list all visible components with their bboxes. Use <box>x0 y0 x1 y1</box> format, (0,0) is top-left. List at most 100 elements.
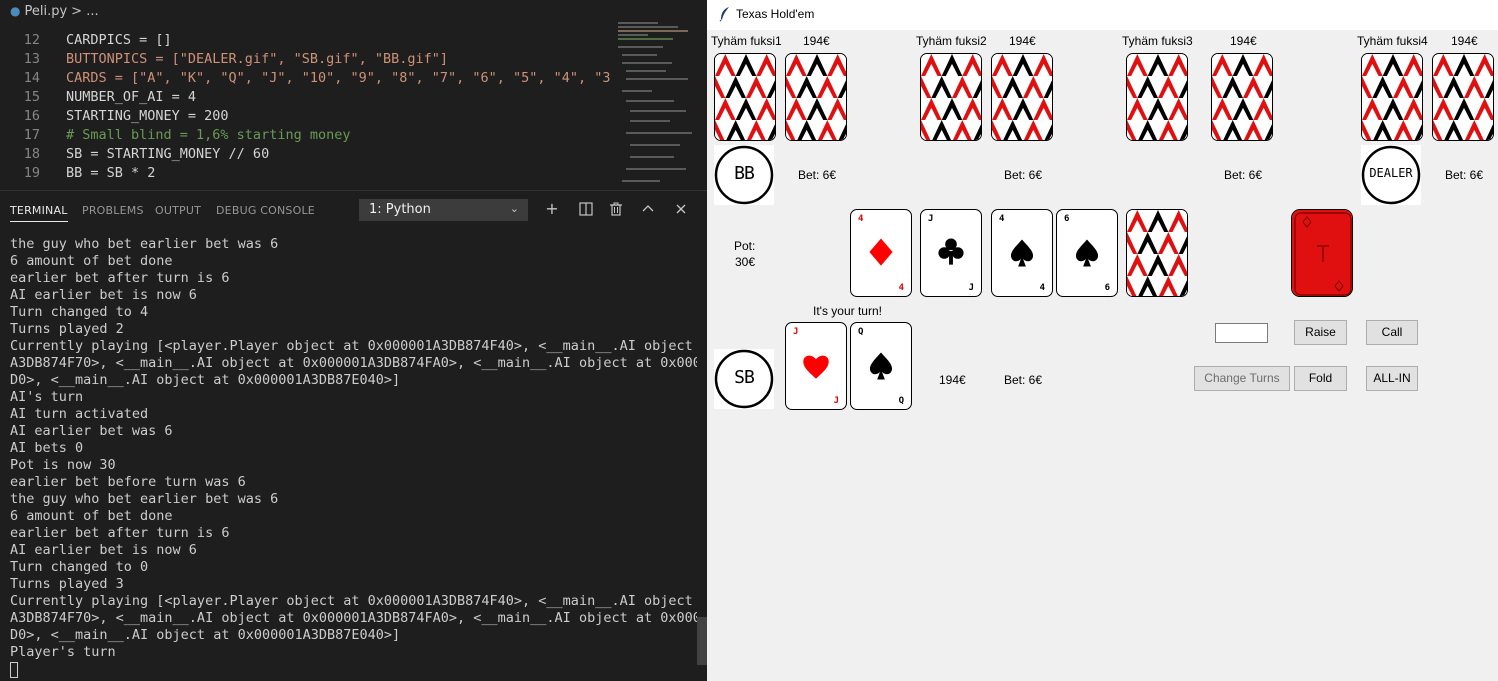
opponent-bet: Bet: 6€ <box>1004 168 1043 182</box>
title-bar[interactable]: Texas Hold'em <box>707 0 1498 30</box>
tab-debug-console[interactable]: DEBUG CONSOLE <box>216 204 315 217</box>
code-line: 19 BB = SB * 2 <box>0 164 612 183</box>
minimap[interactable] <box>614 20 704 190</box>
card-back <box>1126 209 1188 297</box>
change-turns-button[interactable]: Change Turns <box>1194 366 1290 391</box>
deck-card[interactable] <box>1291 209 1353 297</box>
code-text: BB = SB * 2 <box>66 165 156 181</box>
card-back <box>1126 53 1188 141</box>
terminal-line: Turn changed to 4 <box>10 304 149 320</box>
terminal-scrollbar[interactable] <box>697 617 707 665</box>
terminal-line: D0>, <__main__.AI object at 0x000001A3DB… <box>10 372 401 388</box>
python-file-icon: ● <box>10 4 21 18</box>
card-back <box>991 53 1053 141</box>
breadcrumb[interactable]: ● Peli.py > ... <box>0 0 707 22</box>
feather-icon <box>719 7 729 22</box>
card-back <box>1361 53 1423 141</box>
terminal-line: AI turn activated <box>10 406 149 422</box>
call-button[interactable]: Call <box>1366 320 1418 345</box>
fold-button[interactable]: Fold <box>1294 366 1347 391</box>
close-panel-icon[interactable] <box>671 199 691 219</box>
community-card: 4 4 <box>850 209 912 297</box>
terminal-line: A3DB874F70>, <__main__.AI object at 0x00… <box>10 355 697 371</box>
line-number: 17 <box>23 127 40 143</box>
terminal-cursor <box>10 662 18 678</box>
terminal-line: the guy who bet earlier bet was 6 <box>10 236 279 252</box>
panel-tabs: TERMINAL PROBLEMS OUTPUT DEBUG CONSOLE <box>0 196 707 224</box>
terminal-line: AI bets 0 <box>10 440 84 456</box>
code-line: 15 NUMBER_OF_AI = 4 <box>0 88 612 107</box>
terminal-line: Player's turn <box>10 644 116 660</box>
community-card: 4 4 <box>991 209 1053 297</box>
tab-output[interactable]: OUTPUT <box>155 204 201 217</box>
tab-terminal[interactable]: TERMINAL <box>10 204 68 222</box>
terminal-line: Pot is now 30 <box>10 457 116 473</box>
player-card: Q Q <box>850 322 912 410</box>
opponent-money: 194€ <box>1451 34 1478 48</box>
terminal-select[interactable]: 1: Python ⌄ <box>359 199 528 221</box>
card-rank: 4 <box>898 283 904 293</box>
opponent-money: 194€ <box>1230 34 1257 48</box>
panel-divider[interactable] <box>0 190 707 191</box>
chip-label: DEALER <box>1369 166 1413 180</box>
card-rank: Q <box>898 396 904 406</box>
opponent-money: 194€ <box>1009 34 1036 48</box>
opponent-bet: Bet: 6€ <box>1224 168 1263 182</box>
breadcrumb-rest[interactable]: > ... <box>71 4 98 19</box>
opponent-name: Tyhäm fuksi2 <box>916 34 987 48</box>
terminal-line: AI earlier bet is now 6 <box>10 542 197 558</box>
card-rank: 4 <box>1039 283 1045 293</box>
raise-amount-input[interactable] <box>1215 323 1268 343</box>
terminal-line: earlier bet before turn was 6 <box>10 474 246 490</box>
code-line: 18 SB = STARTING_MONEY // 60 <box>0 145 612 164</box>
small-blind-chip: SB <box>714 349 774 409</box>
code-line: 17 # Small blind = 1,6% starting money <box>0 126 612 145</box>
card-back <box>1211 53 1273 141</box>
new-terminal-icon[interactable]: + <box>542 199 562 219</box>
line-number: 12 <box>23 32 40 48</box>
terminal-output[interactable]: the guy who bet earlier bet was 66 amoun… <box>0 236 697 681</box>
big-blind-chip: BB <box>714 145 774 205</box>
terminal-line: Currently playing [<player.Player object… <box>10 593 693 609</box>
raise-button[interactable]: Raise <box>1294 320 1347 345</box>
opponent-bet: Bet: 6€ <box>798 168 837 182</box>
dealer-chip: DEALER <box>1361 145 1421 205</box>
pot-value: 30€ <box>735 255 756 269</box>
code-line: 13 BUTTONPICS = ["DEALER.gif", "SB.gif", … <box>0 50 612 69</box>
player-card: J J <box>785 322 847 410</box>
code-line: 16 STARTING_MONEY = 200 <box>0 107 612 126</box>
terminal-line: 6 amount of bet done <box>10 253 173 269</box>
chevron-down-icon: ⌄ <box>509 202 519 215</box>
terminal-line: AI earlier bet was 6 <box>10 423 173 439</box>
line-number: 16 <box>23 108 40 124</box>
terminal-line: Turn changed to 0 <box>10 559 149 575</box>
terminal-line: earlier bet after turn is 6 <box>10 525 230 541</box>
terminal-line: Turns played 2 <box>10 321 124 337</box>
terminal-line: AI's turn <box>10 389 84 405</box>
all-in-button[interactable]: ALL-IN <box>1366 366 1418 391</box>
tab-problems[interactable]: PROBLEMS <box>82 204 144 217</box>
terminal-select-value: 1: Python <box>369 202 431 217</box>
code-text: NUMBER_OF_AI = 4 <box>66 89 197 105</box>
trash-icon[interactable] <box>606 199 626 219</box>
code-line: 14 CARDS = ["A", "K", "Q", "J", "10", "9"… <box>0 69 612 88</box>
maximize-panel-icon[interactable] <box>638 199 658 219</box>
window-title: Texas Hold'em <box>736 7 815 21</box>
terminal-line: 6 amount of bet done <box>10 508 173 524</box>
opponent-name: Tyhäm fuksi3 <box>1122 34 1193 48</box>
code-comment: # Small blind = 1,6% starting money <box>66 127 351 143</box>
split-terminal-icon[interactable] <box>576 199 596 219</box>
line-number: 13 <box>23 51 40 67</box>
card-rank: 6 <box>1104 283 1110 293</box>
player-money: 194€ <box>939 373 966 387</box>
card-back <box>1432 53 1494 141</box>
terminal-line: earlier bet after turn is 6 <box>10 270 230 286</box>
line-number: 14 <box>23 70 40 86</box>
breadcrumb-file[interactable]: Peli.py <box>24 4 67 19</box>
code-editor[interactable]: 12 CARDPICS = [] 13 BUTTONPICS = ["DEALER.… <box>0 31 612 191</box>
turn-message: It's your turn! <box>813 304 882 318</box>
terminal-line: D0>, <__main__.AI object at 0x000001A3DB… <box>10 627 401 643</box>
code-text: BUTTONPICS = ["DEALER.gif", "SB.gif", "B… <box>66 51 449 67</box>
chip-label: SB <box>734 367 755 388</box>
code-text: CARDPICS = [] <box>66 32 172 48</box>
